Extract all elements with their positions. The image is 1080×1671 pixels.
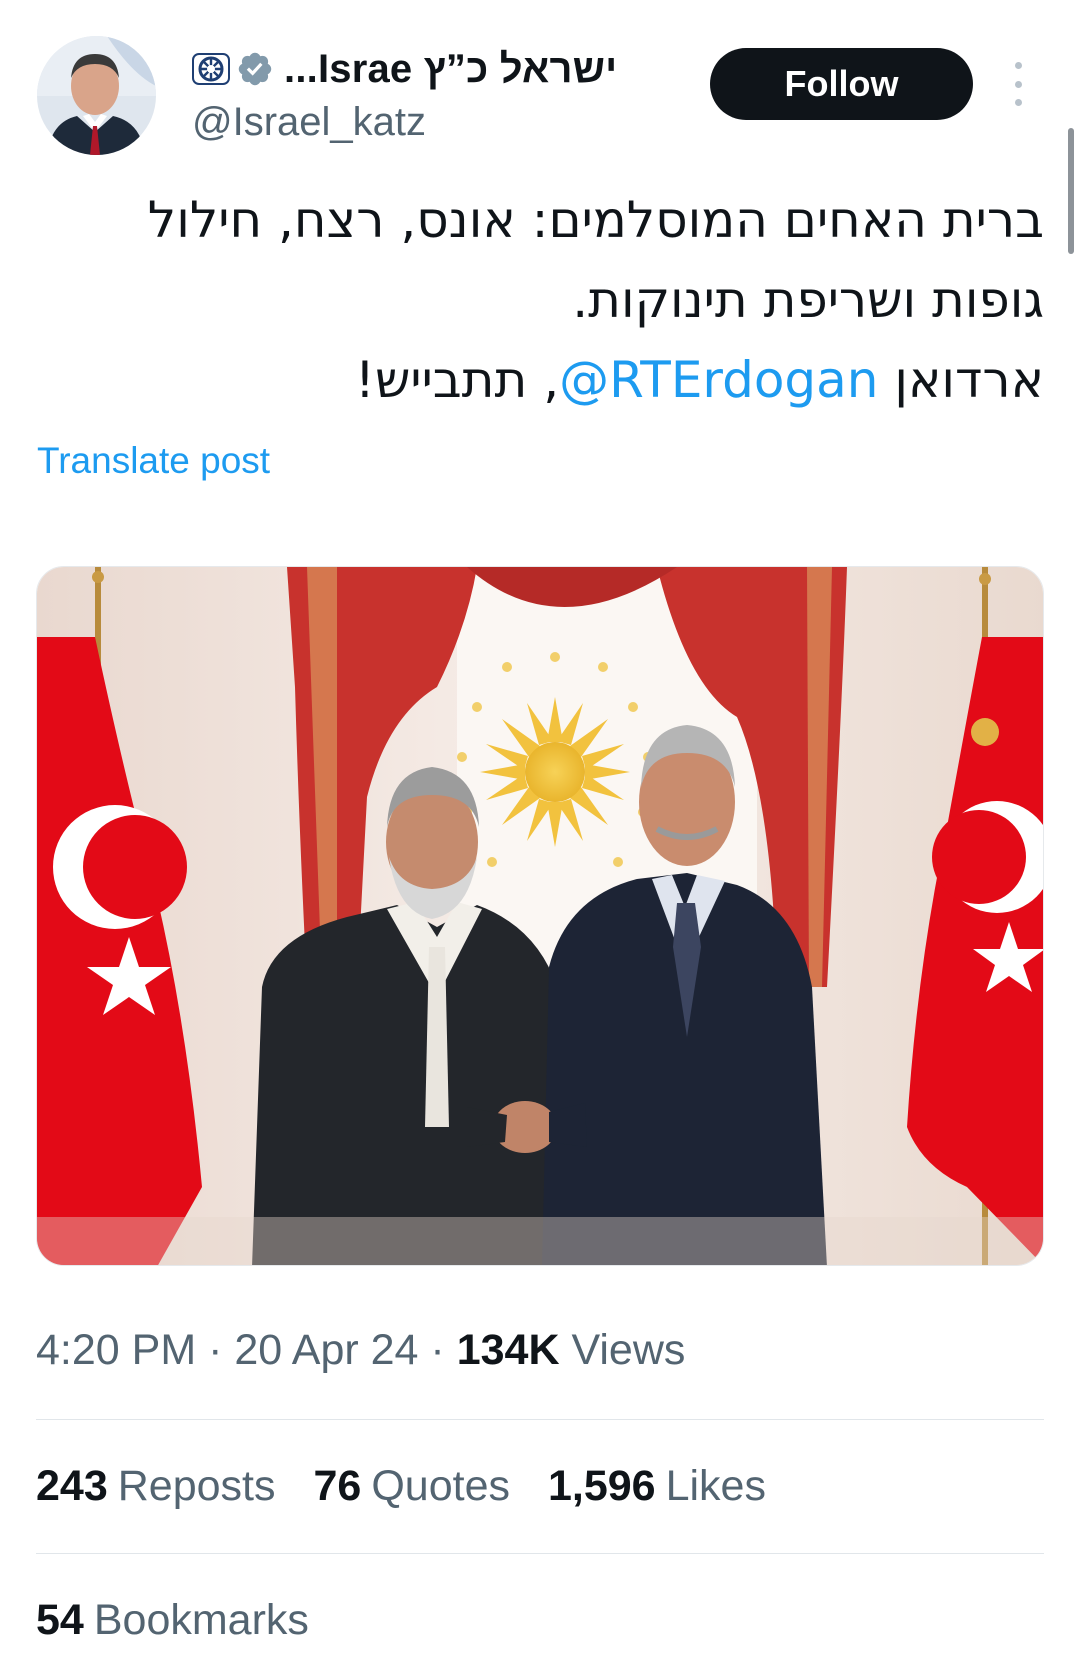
engagement-stats: 243 Reposts 76 Quotes 1,596 Likes	[36, 1462, 804, 1511]
bookmarks-stat[interactable]: 54 Bookmarks	[36, 1596, 309, 1645]
likes-stat[interactable]: 1,596 Likes	[548, 1462, 766, 1511]
more-vertical-icon[interactable]	[1003, 62, 1033, 106]
divider	[36, 1553, 1044, 1554]
verified-icon	[236, 50, 274, 88]
flag-badge-icon	[192, 50, 230, 88]
post-line: ארדואן @RTErdogan, תתבייש!	[36, 340, 1044, 420]
display-name-row[interactable]: ישראל כ”ץ Israe...	[192, 44, 617, 94]
user-handle[interactable]: @Israel_katz	[192, 100, 426, 145]
reposts-count: 243	[36, 1462, 108, 1510]
translate-post-link[interactable]: Translate post	[37, 440, 270, 482]
post-date[interactable]: 20 Apr 24	[234, 1326, 418, 1374]
post-line-text: , תתבייש!	[354, 351, 560, 409]
post-header: ישראל כ”ץ Israe... @Israel_katz Follow	[0, 0, 1080, 254]
quotes-stat[interactable]: 76 Quotes	[314, 1462, 510, 1511]
quotes-count: 76	[313, 1462, 362, 1510]
divider	[36, 1419, 1044, 1420]
display-name: ישראל כ”ץ Israe...	[284, 46, 618, 91]
likes-label: Likes	[665, 1462, 766, 1510]
views-count: 134K	[456, 1326, 560, 1374]
views-label: Views	[571, 1326, 686, 1374]
quotes-label: Quotes	[371, 1462, 510, 1510]
post-line: גופות ושריפת תינוקות.	[572, 271, 1044, 329]
mention-link[interactable]: @RTErdogan	[559, 351, 878, 409]
scrollbar[interactable]	[1068, 128, 1074, 254]
reposts-label: Reposts	[117, 1462, 276, 1510]
reposts-stat[interactable]: 243 Reposts	[36, 1462, 276, 1511]
post-meta: 4:20 PM · 20 Apr 24 · 134K Views	[36, 1326, 685, 1375]
bookmarks-label: Bookmarks	[93, 1596, 309, 1644]
post-body: ברית האחים המוסלמים: אונס, רצח, חילול גו…	[36, 180, 1044, 420]
meta-separator: ·	[430, 1326, 445, 1374]
likes-count: 1,596	[547, 1462, 656, 1510]
post-time[interactable]: 4:20 PM	[36, 1326, 196, 1374]
bookmarks-count: 54	[36, 1596, 84, 1644]
post-photo[interactable]	[36, 566, 1044, 1266]
meta-separator: ·	[208, 1326, 223, 1374]
follow-button[interactable]: Follow	[710, 48, 973, 120]
post-line-text: ארדואן	[878, 351, 1044, 409]
avatar[interactable]	[37, 36, 156, 155]
post-line: ברית האחים המוסלמים: אונס, רצח, חילול	[147, 191, 1044, 249]
